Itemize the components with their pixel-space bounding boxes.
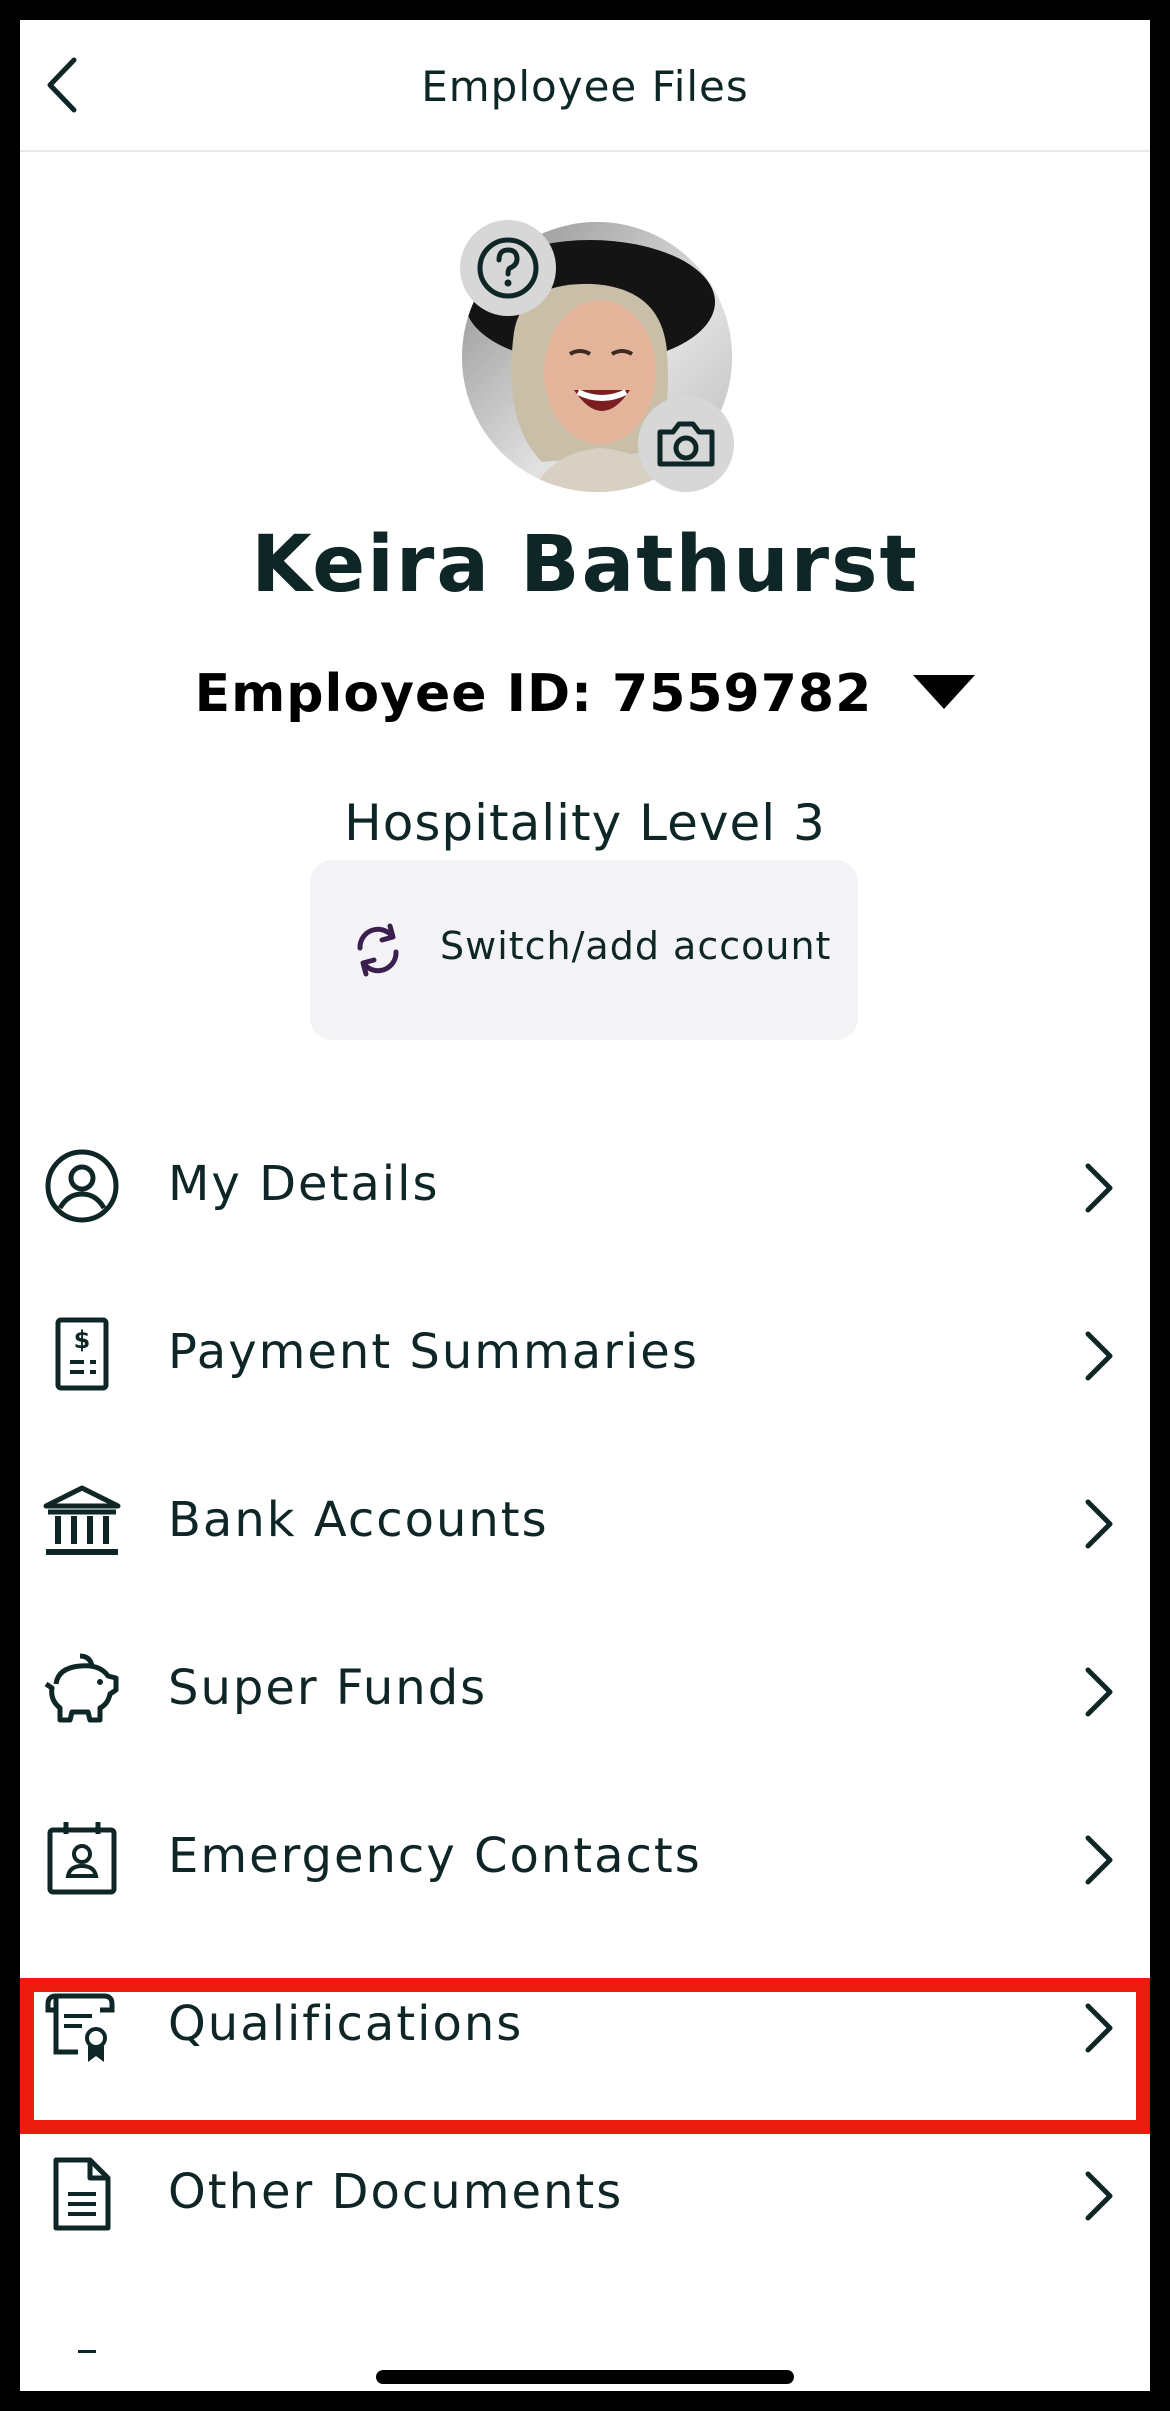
refresh-icon [357,923,399,977]
employee-level: Hospitality Level 3 [344,794,826,852]
piggy-bank-icon [44,1653,119,1723]
employee-id-text: Employee ID: 7559782 [194,664,873,724]
menu-item-my-details[interactable]: My Details [20,1102,1150,1270]
change-photo-button[interactable] [638,396,734,492]
caret-down-icon [913,675,976,709]
bank-icon [43,1485,121,1555]
menu-item-label: Qualifications [168,1996,524,2052]
help-button[interactable] [460,220,556,316]
menu-item-label: Emergency Contacts [168,1828,702,1884]
menu-item-bank-accounts[interactable]: Bank Accounts [20,1438,1150,1606]
document-icon [53,2157,111,2231]
menu-item-label: Payment Summaries [168,1324,699,1380]
menu-item-qualifications[interactable]: Qualifications [20,1942,1150,2110]
menu-item-label: Bank Accounts [168,1492,549,1548]
switch-account-button[interactable]: Switch/add account [310,860,858,1040]
switch-account-label: Switch/add account [440,924,832,968]
camera-icon [657,421,715,467]
chevron-right-icon [1085,2171,1113,2221]
employee-id-dropdown[interactable]: Employee ID: 7559782 [20,664,1150,724]
home-indicator[interactable] [376,2370,794,2384]
employee-name: Keira Bathurst [251,520,919,610]
next-item-peek [78,2350,96,2353]
chevron-right-icon [1085,1163,1113,1213]
certificate-icon [45,1993,115,2062]
menu-item-label: Other Documents [168,2164,624,2220]
avatar-area [440,200,740,500]
menu-item-payment-summaries[interactable]: $ Payment Summaries [20,1270,1150,1438]
chevron-right-icon [1085,1667,1113,1717]
screen: Employee Files Keira Bathurst Employee I… [20,20,1150,2391]
menu-item-emergency-contacts[interactable]: Emergency Contacts [20,1774,1150,1942]
menu-item-label: My Details [168,1156,440,1212]
menu-item-label: Super Funds [168,1660,488,1716]
chevron-right-icon [1085,1835,1113,1885]
contact-card-icon [47,1822,117,1895]
menu-item-other-documents[interactable]: Other Documents [20,2110,1150,2278]
chevron-right-icon [1085,1331,1113,1381]
employee-files-menu: My Details $ Payment Summaries Bank Acco… [20,1102,1150,2278]
chevron-right-icon [1085,2003,1113,2053]
user-circle-icon [45,1149,119,1223]
app-header: Employee Files [20,20,1150,152]
receipt-dollar-icon: $ [55,1317,109,1391]
menu-item-super-funds[interactable]: Super Funds [20,1606,1150,1774]
page-title: Employee Files [421,62,749,111]
svg-text:$: $ [74,1326,91,1354]
chevron-right-icon [1085,1499,1113,1549]
question-circle-icon [477,237,539,299]
